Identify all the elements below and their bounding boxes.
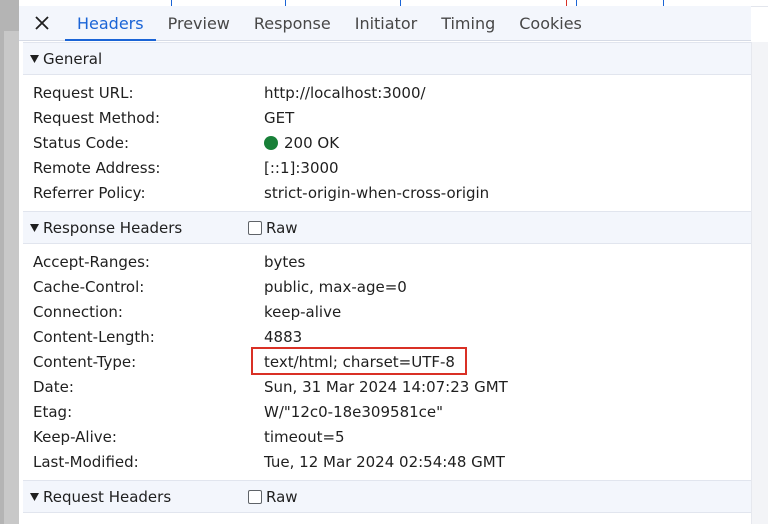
header-key: Cache-Control: bbox=[33, 277, 145, 296]
tab-initiator[interactable]: Initiator bbox=[343, 6, 429, 40]
header-key: Connection: bbox=[33, 302, 123, 321]
header-key: Request Method: bbox=[33, 108, 161, 127]
tab-headers[interactable]: Headers bbox=[65, 6, 156, 41]
header-value: 200 OK bbox=[284, 133, 340, 152]
raw-checkbox[interactable] bbox=[248, 220, 262, 235]
header-key: Status Code: bbox=[33, 133, 130, 152]
header-key: Accept-Ranges: bbox=[33, 252, 150, 271]
raw-label: Raw bbox=[266, 218, 298, 237]
header-key: Content-Length: bbox=[33, 327, 155, 346]
expand-triangle-icon bbox=[30, 223, 39, 232]
header-value: Tue, 12 Mar 2024 02:54:48 GMT bbox=[264, 452, 505, 471]
section-title: Request Headers bbox=[43, 487, 172, 506]
raw-label: Raw bbox=[266, 487, 298, 506]
header-key: Content-Type: bbox=[33, 352, 137, 371]
expand-triangle-icon bbox=[30, 54, 39, 63]
close-icon bbox=[35, 16, 49, 30]
vertical-scrollbar[interactable] bbox=[751, 42, 768, 524]
close-panel-button[interactable] bbox=[19, 6, 65, 40]
header-row: Keep-Alive: timeout=5 bbox=[23, 424, 751, 449]
raw-toggle[interactable]: Raw bbox=[248, 212, 298, 243]
header-key: Referrer Policy: bbox=[33, 183, 146, 202]
left-panel-inner bbox=[4, 31, 19, 524]
tab-preview[interactable]: Preview bbox=[156, 6, 242, 40]
response-headers-section-header[interactable]: Response Headers Raw bbox=[23, 211, 751, 244]
expand-triangle-icon bbox=[30, 492, 39, 501]
raw-checkbox[interactable] bbox=[248, 489, 262, 504]
left-panel-edge bbox=[0, 0, 19, 524]
tab-response[interactable]: Response bbox=[242, 6, 343, 40]
tab-cookies[interactable]: Cookies bbox=[507, 6, 594, 40]
header-key: Keep-Alive: bbox=[33, 427, 117, 446]
header-value: [::1]:3000 bbox=[264, 158, 339, 177]
header-value: keep-alive bbox=[264, 302, 342, 321]
raw-toggle[interactable]: Raw bbox=[248, 481, 298, 512]
header-value: strict-origin-when-cross-origin bbox=[264, 183, 490, 202]
header-key: Date: bbox=[33, 377, 74, 396]
status-ok-icon bbox=[264, 135, 278, 150]
request-headers-section-header[interactable]: Request Headers Raw bbox=[23, 480, 751, 513]
tab-timing[interactable]: Timing bbox=[429, 6, 507, 40]
header-key: Last-Modified: bbox=[33, 452, 139, 471]
header-row-highlighted: Content-Type: text/html; charset=UTF-8 bbox=[23, 347, 751, 375]
general-section-header[interactable]: General bbox=[23, 42, 751, 75]
header-row: Referrer Policy: strict-origin-when-cros… bbox=[23, 180, 751, 205]
header-row: Last-Modified: Tue, 12 Mar 2024 02:54:48… bbox=[23, 449, 751, 474]
headers-panel: General Request URL: http://localhost:30… bbox=[23, 42, 751, 524]
header-key: Request URL: bbox=[33, 83, 134, 102]
header-value: 4883 bbox=[264, 327, 303, 346]
header-value: http://localhost:3000/ bbox=[264, 83, 426, 102]
header-value: Sun, 31 Mar 2024 14:07:23 GMT bbox=[264, 377, 508, 396]
header-row: Status Code: 200 OK bbox=[23, 130, 751, 155]
header-value: W/"12c0-18e309581ce" bbox=[264, 402, 444, 421]
section-title: General bbox=[43, 49, 103, 68]
response-header-rows: Accept-Ranges: bytes Cache-Control: publ… bbox=[23, 244, 751, 480]
highlight-box bbox=[251, 347, 467, 375]
header-row: Remote Address: [::1]:3000 bbox=[23, 155, 751, 180]
header-row: Cache-Control: public, max-age=0 bbox=[23, 274, 751, 299]
header-key: Etag: bbox=[33, 402, 73, 421]
header-key: Remote Address: bbox=[33, 158, 161, 177]
tab-bar: Headers Preview Response Initiator Timin… bbox=[19, 6, 751, 41]
general-rows: Request URL: http://localhost:3000/ Requ… bbox=[23, 75, 751, 211]
header-row: Request Method: GET bbox=[23, 105, 751, 130]
header-row: Content-Length: 4883 bbox=[23, 324, 751, 349]
header-value: GET bbox=[264, 108, 295, 127]
header-value-wrap: 200 OK bbox=[264, 134, 339, 152]
header-value: bytes bbox=[264, 252, 306, 271]
header-value: public, max-age=0 bbox=[264, 277, 407, 296]
header-row: Accept-Ranges: bytes bbox=[23, 249, 751, 274]
header-value: timeout=5 bbox=[264, 427, 345, 446]
header-row: Date: Sun, 31 Mar 2024 14:07:23 GMT bbox=[23, 374, 751, 399]
header-row: Etag: W/"12c0-18e309581ce" bbox=[23, 399, 751, 424]
section-title: Response Headers bbox=[43, 218, 183, 237]
header-row: Request URL: http://localhost:3000/ bbox=[23, 80, 751, 105]
header-row: Connection: keep-alive bbox=[23, 299, 751, 324]
